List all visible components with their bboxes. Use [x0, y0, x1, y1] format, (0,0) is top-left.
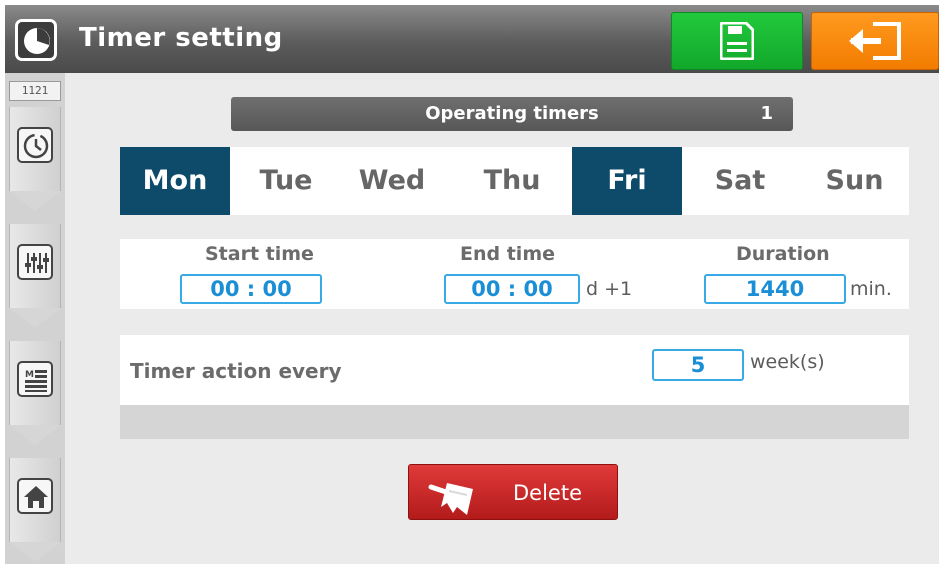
- exit-arrow-icon: [849, 22, 901, 60]
- screen-code: 1121: [9, 81, 61, 101]
- day-sat-toggle[interactable]: Sat: [690, 147, 790, 215]
- timer-action-label: Timer action every: [130, 359, 342, 383]
- end-time-label: End time: [460, 243, 555, 265]
- start-time-label: Start time: [205, 243, 314, 265]
- operating-timers-title: Operating timers: [425, 103, 599, 124]
- timer-action-row: Timer action every 5 week(s): [120, 335, 909, 405]
- broom-icon: [428, 483, 473, 515]
- header-bar: Timer setting: [5, 5, 939, 73]
- day-mon-toggle[interactable]: Mon: [120, 147, 230, 215]
- svg-text:M: M: [25, 370, 34, 380]
- clock-timer-icon: [17, 127, 53, 163]
- save-button[interactable]: [671, 12, 803, 70]
- end-time-field[interactable]: 00 : 00: [444, 274, 580, 304]
- day-sun-toggle[interactable]: Sun: [800, 147, 909, 215]
- sliders-icon: [17, 244, 53, 280]
- start-time-field[interactable]: 00 : 00: [180, 274, 322, 304]
- delete-button[interactable]: Delete: [408, 464, 618, 520]
- delete-label: Delete: [513, 481, 582, 505]
- day-tue-toggle[interactable]: Tue: [242, 147, 330, 215]
- end-day-offset: d +1: [586, 278, 633, 300]
- weeks-unit: week(s): [750, 351, 825, 373]
- duration-label: Duration: [736, 243, 830, 265]
- duration-unit: min.: [850, 278, 892, 300]
- main-panel: Operating timers 1 Mon Tue Wed Thu Fri S…: [65, 73, 939, 564]
- page-title: Timer setting: [79, 23, 283, 53]
- day-fri-toggle[interactable]: Fri: [572, 147, 682, 215]
- duration-field[interactable]: 1440: [704, 274, 846, 304]
- pie-clock-icon: [15, 19, 57, 61]
- weeks-interval-field[interactable]: 5: [652, 349, 744, 381]
- operating-timers-bar: Operating timers 1: [231, 97, 793, 131]
- home-icon: [17, 478, 53, 514]
- floppy-disk-icon: [720, 22, 754, 60]
- day-thu-toggle[interactable]: Thu: [452, 147, 572, 215]
- weekday-selector: Mon Tue Wed Thu Fri Sat Sun: [120, 147, 909, 215]
- menu-list-icon: M: [17, 361, 53, 397]
- exit-button[interactable]: [811, 12, 939, 70]
- sidebar: 1121 M: [5, 73, 65, 564]
- day-wed-toggle[interactable]: Wed: [342, 147, 442, 215]
- timer-number: 1: [760, 103, 773, 124]
- time-settings-row: Start time 00 : 00 End time 00 : 00 d +1…: [120, 239, 909, 309]
- action-row-footer: [120, 405, 909, 439]
